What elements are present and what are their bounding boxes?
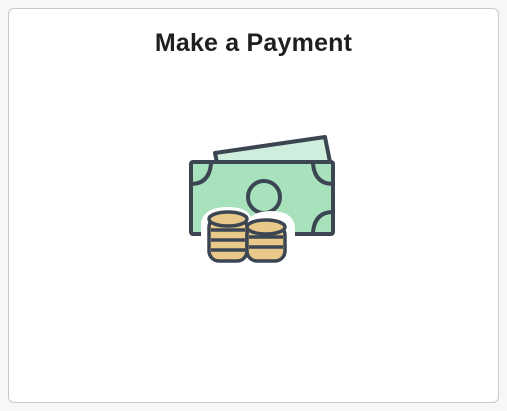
make-a-payment-tile[interactable]: Make a Payment	[8, 8, 499, 403]
tile-title: Make a Payment	[154, 29, 353, 57]
money-payment-icon	[189, 135, 335, 267]
